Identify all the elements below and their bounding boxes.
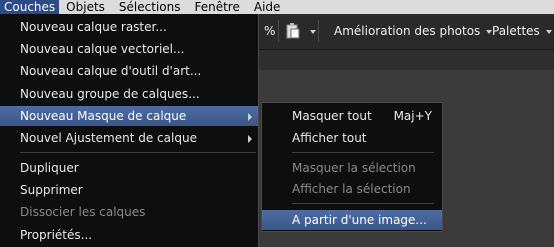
menu-item-new-adjustment-layer[interactable]: Nouvel Ajustement de calque <box>0 128 258 148</box>
clipboard-icon[interactable] <box>286 23 300 39</box>
menu-item-duplicate[interactable]: Dupliquer <box>0 158 258 178</box>
menu-item-new-mask-layer[interactable]: Nouveau Masque de calque <box>0 106 258 126</box>
workspace-area <box>258 50 554 70</box>
paste-dropdown-icon[interactable] <box>304 20 316 42</box>
menu-aide[interactable]: Aide <box>247 0 288 14</box>
menu-item-delete[interactable]: Supprimer <box>0 180 258 200</box>
menu-item-new-vector-layer[interactable]: Nouveau calque vectoriel... <box>0 39 258 59</box>
submenu-item-show-selection[interactable]: Afficher la sélection <box>262 179 442 199</box>
menu-bar: Couches Objets Sélections Fenêtre Aide <box>0 0 554 14</box>
zoom-percent-button[interactable]: % <box>264 20 275 42</box>
menu-item-properties[interactable]: Propriétés... <box>0 225 258 245</box>
submenu-item-from-image[interactable]: A partir d'une image... <box>262 210 442 230</box>
menu-separator <box>20 152 256 153</box>
submenu-item-hide-selection[interactable]: Masquer la sélection <box>262 158 442 178</box>
menu-fenetre[interactable]: Fenêtre <box>187 0 246 14</box>
photo-fix-label: Amélioration des photos <box>334 24 481 38</box>
menu-separator <box>292 152 434 153</box>
palettes-button[interactable]: Palettes <box>492 20 552 42</box>
shortcut-hint: Maj+Y <box>393 109 432 123</box>
menu-selections[interactable]: Sélections <box>112 0 188 14</box>
toolbar-divider <box>278 20 279 42</box>
menu-separator <box>292 203 434 204</box>
chevron-down-icon <box>545 29 552 34</box>
toolbar-divider <box>318 20 319 42</box>
palettes-label: Palettes <box>492 24 540 38</box>
submenu-item-hide-all[interactable]: Masquer tout Maj+Y <box>262 106 442 126</box>
menu-objets[interactable]: Objets <box>59 0 112 14</box>
menu-item-new-art-media-layer[interactable]: Nouveau calque d'outil d'art... <box>0 61 258 81</box>
photo-fix-button[interactable]: Amélioration des photos <box>334 20 493 42</box>
toolbar: % Amélioration des photos Palettes <box>258 14 554 50</box>
menu-item-new-layer-group[interactable]: Nouveau groupe de calques... <box>0 84 258 104</box>
submenu-item-show-all[interactable]: Afficher tout <box>262 128 442 148</box>
submenu-arrow-icon <box>248 135 252 143</box>
couches-dropdown-menu: Nouveau calque raster... Nouveau calque … <box>0 14 259 247</box>
menu-item-ungroup-layers[interactable]: Dissocier les calques <box>0 202 258 222</box>
menu-couches[interactable]: Couches <box>0 0 60 14</box>
submenu-arrow-icon <box>248 113 252 121</box>
mask-layer-submenu: Masquer tout Maj+Y Afficher tout Masquer … <box>261 102 443 232</box>
menu-item-new-raster-layer[interactable]: Nouveau calque raster... <box>0 17 258 37</box>
